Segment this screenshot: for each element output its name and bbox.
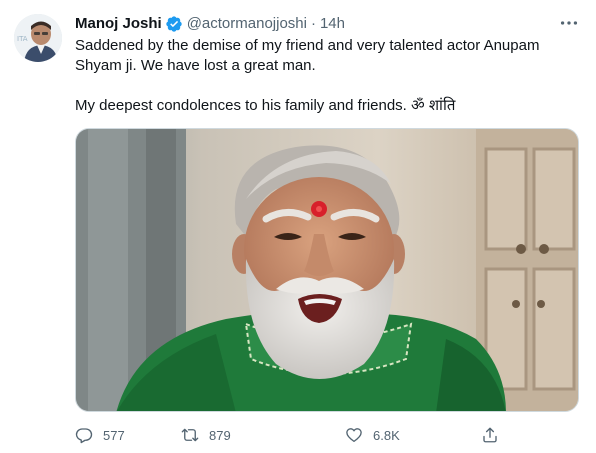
reply-icon [75,428,93,444]
tweet[interactable]: ITA Manoj Joshi @actormanojjoshi · 14h S… [0,0,596,453]
svg-text:ITA: ITA [17,35,28,43]
retweet-icon [181,428,199,442]
verified-badge-icon [166,16,182,32]
retweet-count: 879 [209,427,231,443]
photo-of-man-icon [76,129,578,411]
like-button[interactable]: 6.8K [345,424,400,446]
reply-count: 577 [103,427,125,443]
tweet-paragraph: My deepest condolences to his family and… [75,97,456,114]
tweet-timestamp[interactable]: 14h [320,14,345,34]
author-display-name[interactable]: Manoj Joshi [75,14,162,34]
author-avatar[interactable]: ITA [14,14,62,62]
tweet-header: Manoj Joshi @actormanojjoshi · 14h [75,13,345,35]
tweet-actions: 577 879 6.8K [75,424,575,446]
like-count: 6.8K [373,427,400,443]
heart-icon [346,428,362,443]
retweet-button[interactable]: 879 [181,424,231,446]
share-button[interactable] [481,424,509,446]
reply-button[interactable]: 577 [75,424,125,446]
tweet-paragraph: Saddened by the demise of my friend and … [75,37,540,74]
tweet-photo[interactable] [75,128,579,412]
header-separator: · [310,15,316,32]
author-handle[interactable]: @actormanojjoshi [187,14,307,34]
tweet-text: Saddened by the demise of my friend and … [75,36,575,116]
more-options-icon[interactable] [558,12,580,34]
share-icon [483,427,497,443]
